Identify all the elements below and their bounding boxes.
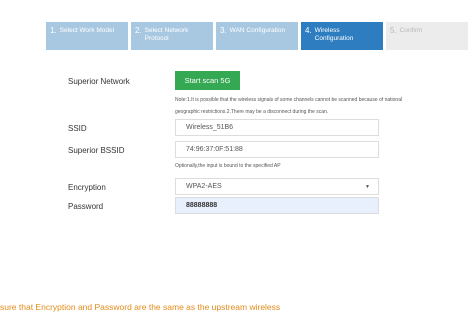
ssid-input[interactable]: Wireless_51B6 (175, 119, 379, 136)
password-label: Password (68, 202, 104, 211)
ssid-label: SSID (68, 124, 87, 133)
encryption-select[interactable]: WPA2-AES ▼ (175, 178, 379, 195)
encryption-value: WPA2-AES (186, 183, 222, 190)
step-label: WAN Configuration (229, 27, 286, 34)
step-number: 2. (135, 26, 142, 35)
superior-network-label: Superior Network (68, 77, 130, 86)
step-label: Select Network Protocol (144, 27, 189, 42)
scan-note-line1: Note:1.It is possible that the wireless … (175, 97, 403, 103)
bssid-hint: Optionally,the input is bound to the spe… (175, 163, 281, 169)
wizard-steps: 1. Select Work Model 2. Select Network P… (46, 22, 469, 50)
wizard-step-wireless-configuration[interactable]: 4. Wireless Configuration (301, 22, 383, 50)
wizard-step-select-network-protocol[interactable]: 2. Select Network Protocol (131, 22, 213, 50)
scan-note-line2: geographic restrictions.2.There may be a… (175, 109, 329, 115)
wireless-config-page: 1. Select Work Model 2. Select Network P… (0, 0, 469, 335)
encryption-label: Encryption (68, 183, 106, 192)
wizard-step-select-work-model[interactable]: 1. Select Work Model (46, 22, 128, 50)
chevron-down-icon: ▼ (365, 184, 370, 190)
scan-note: Note:1.It is possible that the wireless … (175, 94, 469, 118)
step-number: 4. (305, 26, 312, 35)
step-number: 1. (50, 26, 57, 35)
step-label: Select Work Model (59, 27, 115, 34)
superior-bssid-label: Superior BSSID (68, 146, 125, 155)
step-label: Wireless Configuration (314, 27, 354, 42)
warning-message: sure that Encryption and Password are th… (0, 302, 281, 312)
start-scan-button[interactable]: Start scan 5G (175, 71, 240, 90)
step-label: Confirm (399, 27, 423, 34)
step-number: 3. (220, 26, 227, 35)
superior-bssid-input[interactable]: 74:96:37:0F:51:88 (175, 141, 379, 158)
wizard-step-confirm[interactable]: 5. Confirm (386, 22, 468, 50)
password-input[interactable]: 88888888 (175, 197, 379, 214)
wizard-step-wan-configuration[interactable]: 3. WAN Configuration (216, 22, 298, 50)
step-number: 5. (390, 26, 397, 35)
